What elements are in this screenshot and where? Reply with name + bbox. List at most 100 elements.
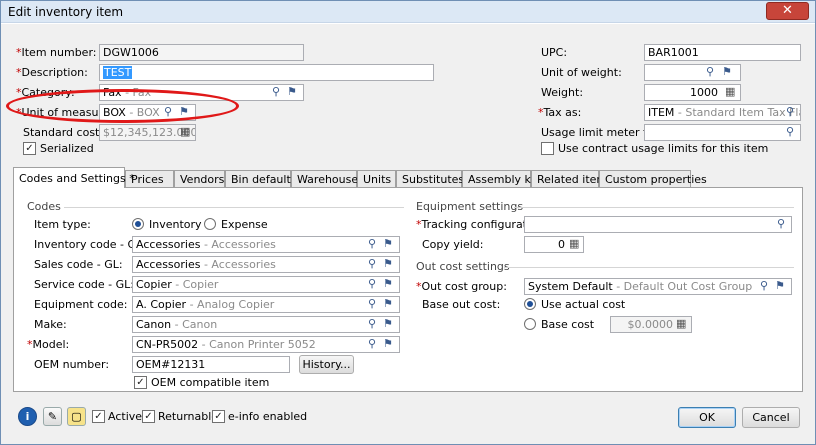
active-checkbox[interactable]: ✓: [92, 410, 105, 423]
description-label: *Description:: [16, 66, 88, 79]
active-label: Active: [108, 410, 143, 423]
equipment-code-label: Equipment code:: [34, 298, 128, 311]
calculator-icon[interactable]: ▦: [569, 238, 579, 250]
out-cost-settings-title: Out cost settings: [416, 260, 510, 273]
search-icon[interactable]: ⚲: [368, 238, 376, 250]
note-icon[interactable]: ▢: [67, 407, 86, 426]
divider: [504, 267, 794, 268]
item-type-inventory-radio[interactable]: [132, 218, 144, 230]
tab-assembly-kits[interactable]: Assembly kits: [462, 170, 544, 187]
expense-option-label: Expense: [221, 218, 268, 231]
returnable-label: Returnable: [158, 410, 219, 423]
equipment-code-field[interactable]: A. Copier - Analog Copier ⚲ ⚑: [132, 296, 400, 313]
tab-codes-and-settings[interactable]: Codes and Settings *: [13, 167, 135, 188]
flag-dropdown-icon[interactable]: ⚑: [383, 338, 393, 350]
search-icon[interactable]: ⚲: [760, 280, 768, 292]
calculator-icon: ▦: [180, 125, 191, 138]
use-contract-usage-checkbox[interactable]: [541, 142, 554, 155]
flag-dropdown-icon[interactable]: ⚑: [383, 238, 393, 250]
service-code-gl-label: Service code - GL:: [34, 278, 134, 291]
search-icon[interactable]: ⚲: [272, 86, 280, 98]
description-field[interactable]: TEST: [99, 64, 434, 81]
item-number-field[interactable]: DGW1006: [99, 44, 304, 61]
standard-cost-label: Standard cost:: [23, 126, 104, 139]
equipment-settings-title: Equipment settings: [416, 200, 524, 213]
base-cost-label: Base cost: [541, 318, 595, 331]
search-icon[interactable]: ⚲: [786, 106, 794, 118]
oem-number-label: OEM number:: [34, 358, 110, 371]
weight-label: Weight:: [541, 86, 584, 99]
search-icon[interactable]: ⚲: [368, 318, 376, 330]
copy-yield-label: Copy yield:: [422, 238, 484, 251]
divider: [514, 207, 794, 208]
flag-dropdown-icon[interactable]: ⚑: [383, 258, 393, 270]
weight-field[interactable]: 1000 ▦: [644, 84, 741, 101]
search-icon[interactable]: ⚲: [786, 126, 794, 138]
standard-cost-field: $12,345,123.0000 ▦: [99, 124, 196, 141]
ok-button[interactable]: OK: [678, 407, 736, 428]
serialized-label: Serialized: [40, 142, 94, 155]
divider: [64, 207, 404, 208]
einfo-label: e-info enabled: [228, 410, 308, 423]
tab-related-items[interactable]: Related items: [531, 170, 613, 187]
attachment-icon[interactable]: ✎: [43, 407, 62, 426]
info-icon[interactable]: i: [18, 407, 37, 426]
returnable-checkbox[interactable]: ✓: [142, 410, 155, 423]
flag-dropdown-icon[interactable]: ⚑: [775, 280, 785, 292]
flag-dropdown-icon[interactable]: ⚑: [287, 86, 297, 98]
search-icon[interactable]: ⚲: [368, 258, 376, 270]
search-icon[interactable]: ⚲: [777, 218, 785, 230]
search-icon[interactable]: ⚲: [368, 278, 376, 290]
search-icon[interactable]: ⚲: [368, 338, 376, 350]
unit-of-weight-label: Unit of weight:: [541, 66, 622, 79]
search-icon[interactable]: ⚲: [706, 66, 714, 78]
dialog-content: *Item number: DGW1006 *Description: TEST…: [1, 24, 815, 444]
tax-as-label: *Tax as:: [538, 106, 582, 119]
cancel-button[interactable]: Cancel: [742, 407, 800, 428]
tab-vendors[interactable]: Vendors: [174, 170, 225, 187]
sales-code-gl-field[interactable]: Accessories - Accessories ⚲ ⚑: [132, 256, 400, 273]
tab-bin-defaults[interactable]: Bin defaults: [225, 170, 297, 187]
use-actual-cost-radio[interactable]: [524, 298, 536, 310]
oem-compatible-checkbox[interactable]: ✓: [134, 376, 147, 389]
serialized-checkbox[interactable]: ✓: [23, 142, 36, 155]
model-field[interactable]: CN-PR5002 - Canon Printer 5052 ⚲ ⚑: [132, 336, 400, 353]
usage-limit-meter-type-field[interactable]: ⚲: [644, 124, 801, 141]
out-cost-group-label: *Out cost group:: [416, 280, 507, 293]
flag-dropdown-icon[interactable]: ⚑: [383, 298, 393, 310]
tab-custom-properties[interactable]: Custom properties: [599, 170, 707, 187]
item-number-label: *Item number:: [16, 46, 97, 59]
sales-code-gl-label: Sales code - GL:: [34, 258, 123, 271]
tax-as-field[interactable]: ITEM - Standard Item Tax Flag ⚲: [644, 104, 801, 121]
einfo-checkbox[interactable]: ✓: [212, 410, 225, 423]
unit-of-weight-field[interactable]: ⚲ ⚑: [644, 64, 741, 81]
title-bar: Edit inventory item ✕: [1, 1, 815, 23]
inventory-option-label: Inventory: [149, 218, 202, 231]
tab-warehouses[interactable]: Warehouses: [291, 170, 364, 187]
tab-units[interactable]: Units: [357, 170, 396, 187]
upc-field[interactable]: BAR1001: [644, 44, 801, 61]
flag-dropdown-icon[interactable]: ⚑: [722, 66, 732, 78]
out-cost-group-field[interactable]: System Default - Default Out Cost Group …: [524, 278, 792, 295]
tab-substitutes[interactable]: Substitutes: [396, 170, 464, 187]
copy-yield-field[interactable]: 0 ▦: [524, 236, 584, 253]
flag-dropdown-icon[interactable]: ⚑: [383, 318, 393, 330]
search-icon[interactable]: ⚲: [368, 298, 376, 310]
flag-dropdown-icon[interactable]: ⚑: [383, 278, 393, 290]
highlight-annotation: [6, 89, 239, 123]
item-type-expense-radio[interactable]: [204, 218, 216, 230]
tracking-configuration-field[interactable]: ⚲: [524, 216, 792, 233]
base-out-cost-label: Base out cost:: [422, 298, 501, 311]
make-label: Make:: [34, 318, 67, 331]
inventory-code-gl-field[interactable]: Accessories - Accessories ⚲ ⚑: [132, 236, 400, 253]
upc-label: UPC:: [541, 46, 568, 59]
close-button[interactable]: ✕: [766, 2, 809, 20]
service-code-gl-field[interactable]: Copier - Copier ⚲ ⚑: [132, 276, 400, 293]
make-field[interactable]: Canon - Canon ⚲ ⚑: [132, 316, 400, 333]
item-type-label: Item type:: [34, 218, 91, 231]
base-cost-radio[interactable]: [524, 318, 536, 330]
oem-number-field[interactable]: OEM#12131: [132, 356, 290, 373]
calculator-icon[interactable]: ▦: [725, 86, 735, 98]
oem-compatible-label: OEM compatible item: [151, 376, 270, 389]
history-button[interactable]: History...: [299, 355, 354, 374]
